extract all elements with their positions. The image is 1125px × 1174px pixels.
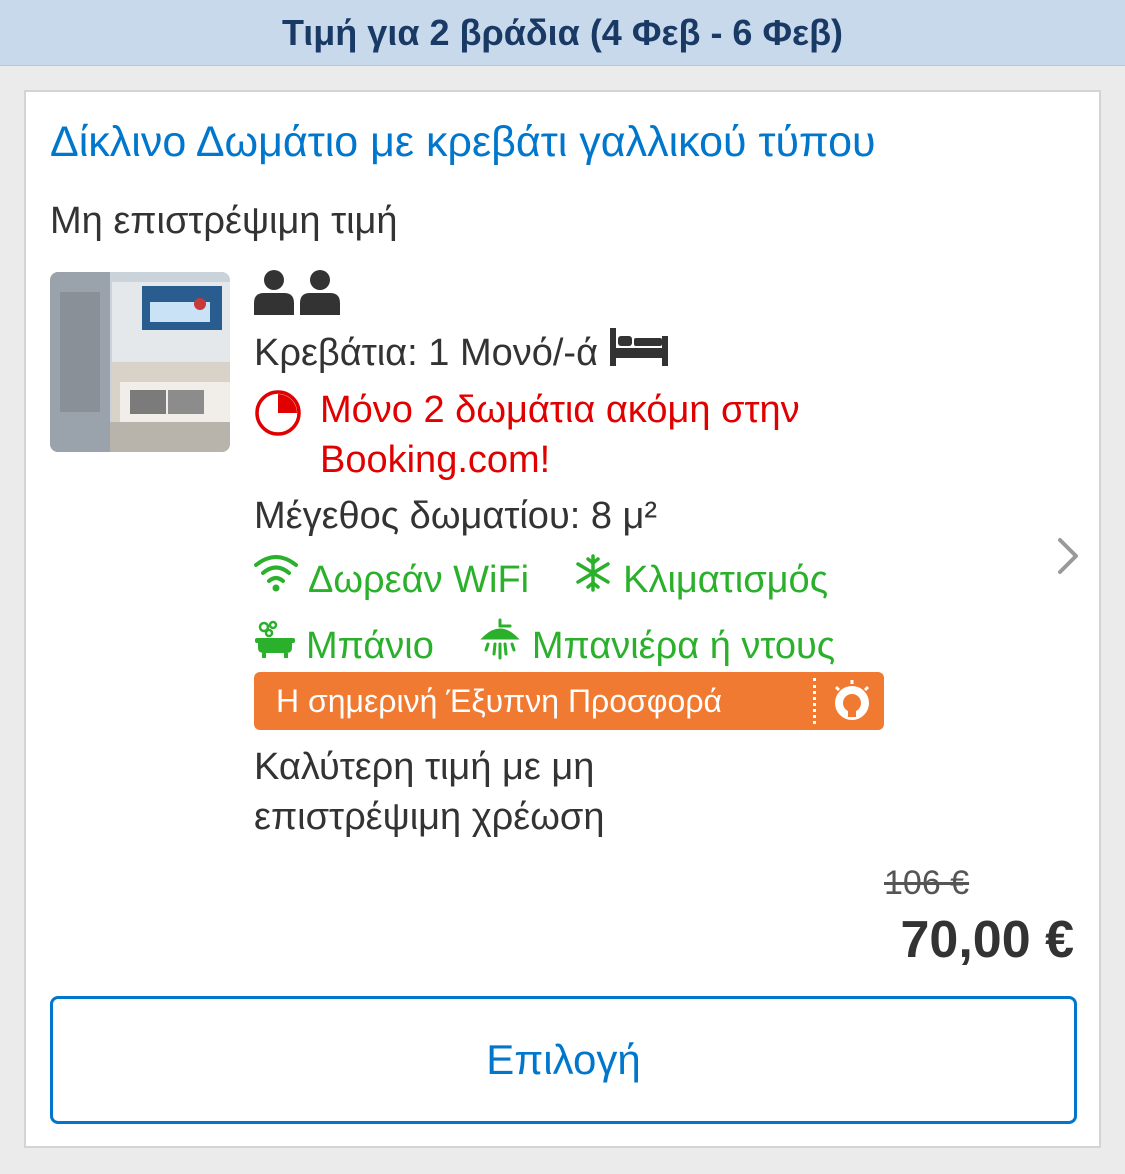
beds-info: Κρεβάτια: 1 Μονό/-ά	[254, 326, 954, 379]
facilities-row-1: Δωρεάν WiFi Κλιματισμός	[254, 553, 954, 606]
scarcity-warning: Μόνο 2 δωμάτια ακόμη στην Booking.com!	[254, 385, 954, 485]
max-occupancy	[254, 268, 954, 320]
deal-divider	[813, 678, 816, 724]
room-photo[interactable]	[50, 272, 230, 452]
facility-label: Μπανιέρα ή ντους	[531, 624, 836, 667]
facility-item: Μπανιέρα ή ντους	[478, 618, 835, 673]
room-size: Μέγεθος δωματίου: 8 μ²	[254, 495, 658, 537]
person-icon	[300, 269, 340, 320]
deal-description: Καλύτερη τιμή με μη επιστρέψιμη χρέωση	[254, 746, 605, 838]
smart-deal-badge: Η σημερινή Έξυπνη Προσφορά	[254, 672, 884, 730]
person-icon	[254, 269, 294, 320]
snowflake-icon	[573, 553, 613, 606]
facility-item: Μπάνιο	[254, 618, 434, 673]
room-info: Κρεβάτια: 1 Μονό/-ά Μόνο 2 δωμάτια ακόμη…	[254, 268, 954, 673]
banner-text: Τιμή για 2 βράδια (4 Φεβ - 6 Φεβ)	[281, 11, 844, 53]
select-button[interactable]: Επιλογή	[50, 996, 1077, 1124]
shower-icon	[478, 618, 522, 673]
bed-icon	[610, 326, 669, 379]
facility-item: Κλιματισμός	[573, 553, 828, 606]
room-card[interactable]: Δίκλινο Δωμάτιο με κρεβάτι γαλλικού τύπο…	[24, 90, 1101, 1148]
bathtub-icon	[254, 619, 296, 672]
original-price: 106 €	[884, 864, 970, 902]
room-title[interactable]: Δίκλινο Δωμάτιο με κρεβάτι γαλλικού τύπο…	[50, 118, 876, 167]
current-price: 70,00 €	[900, 911, 1075, 969]
facility-label: Μπάνιο	[306, 624, 434, 667]
facility-label: Κλιματισμός	[623, 558, 829, 601]
chevron-right-icon[interactable]	[1052, 536, 1082, 576]
scarcity-text: Μόνο 2 δωμάτια ακόμη στην Booking.com!	[320, 389, 800, 481]
pie-clock-icon	[254, 389, 302, 450]
deal-label: Η σημερινή Έξυπνη Προσφορά	[276, 682, 723, 719]
facilities-row-2: Μπάνιο Μπανιέρα ή ντους	[254, 618, 954, 673]
price-nights-banner: Τιμή για 2 βράδια (4 Φεβ - 6 Φεβ)	[0, 0, 1125, 66]
wifi-icon	[254, 553, 298, 606]
lightbulb-icon	[826, 675, 878, 727]
beds-text: Κρεβάτια: 1 Μονό/-ά	[254, 331, 599, 374]
facility-item: Δωρεάν WiFi	[254, 553, 529, 606]
facility-label: Δωρεάν WiFi	[308, 558, 530, 601]
cancellation-policy: Μη επιστρέψιμη τιμή	[50, 200, 398, 242]
